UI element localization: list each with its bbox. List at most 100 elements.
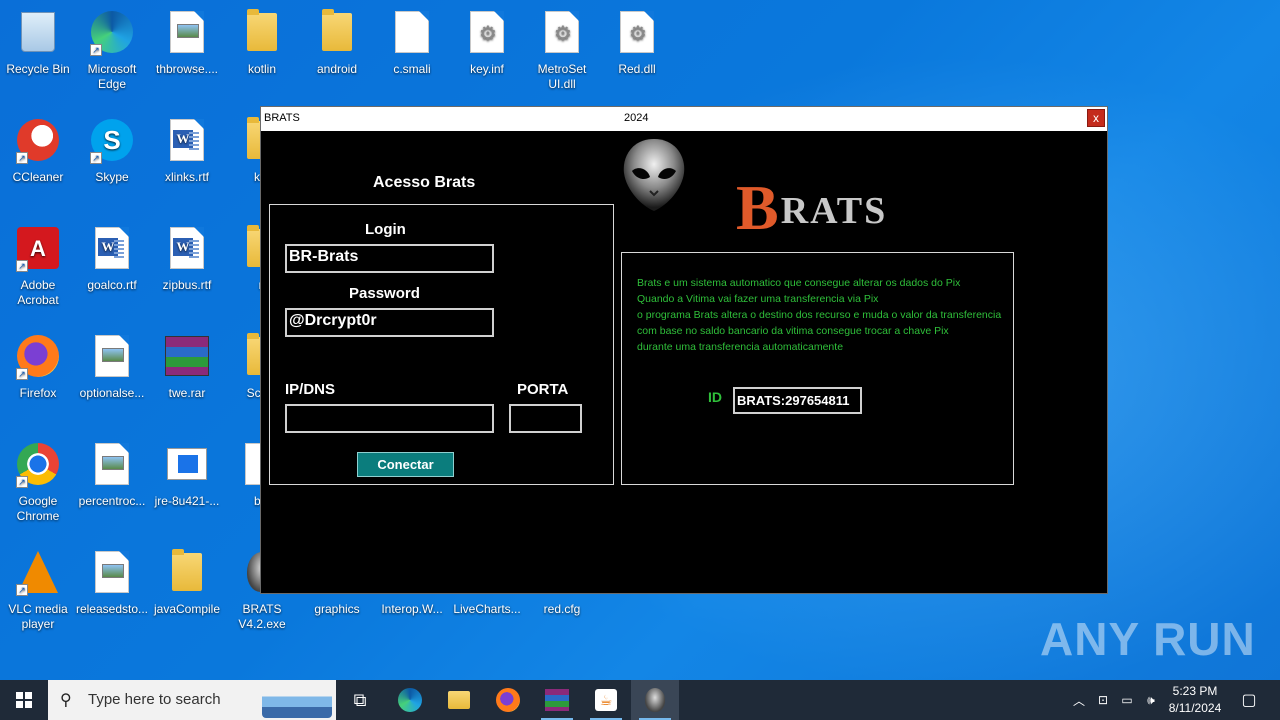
ipdns-input[interactable] <box>285 404 494 433</box>
info-line: Brats e um sistema automatico que conseg… <box>637 277 961 289</box>
shortcut-arrow-icon: ↗ <box>90 152 102 164</box>
desktop-icon-firefox[interactable]: ↗ Firefox <box>0 332 76 401</box>
image-file-icon <box>88 332 136 380</box>
info-description: Brats e um sistema automatico que conseg… <box>637 275 1001 355</box>
desktop-icon-vlc[interactable]: ↗ VLC media player <box>0 548 76 632</box>
desktop-icon-zipbus-rtf[interactable]: W zipbus.rtf <box>149 224 225 293</box>
password-label: Password <box>349 285 420 302</box>
desktop-icon-goalco-rtf[interactable]: W goalco.rtf <box>74 224 150 293</box>
window-title: BRATS <box>264 112 300 124</box>
acrobat-icon: A ↗ <box>14 224 62 272</box>
winrar-archive-icon <box>163 332 211 380</box>
shortcut-arrow-icon: ↗ <box>16 476 28 488</box>
clock-date: 8/11/2024 <box>1168 701 1222 715</box>
java-taskbar-icon[interactable]: ☕ <box>582 680 630 720</box>
vlc-cone-icon: ↗ <box>14 548 62 596</box>
start-button[interactable] <box>0 680 48 720</box>
notification-icon[interactable]: ▢ <box>1234 680 1264 720</box>
brats-brand-logo: BRATS <box>736 171 887 245</box>
ethernet-icon[interactable]: ▭ <box>1116 680 1138 720</box>
dll-file-icon: ⚙ <box>538 8 586 56</box>
desktop-icon-javacompile[interactable]: javaCompile <box>149 548 225 617</box>
word-document-icon: W <box>163 116 211 164</box>
word-document-icon: W <box>163 224 211 272</box>
alien-logo-icon <box>616 135 692 215</box>
volume-icon[interactable]: 🕪 <box>1140 680 1162 720</box>
shortcut-arrow-icon: ↗ <box>16 368 28 380</box>
task-view-icon[interactable]: ⧉ <box>336 680 384 720</box>
window-titlebar[interactable]: BRATS 2024 x <box>261 107 1107 131</box>
access-heading: Acesso Brats <box>373 174 476 191</box>
folder-icon <box>238 8 286 56</box>
anyrun-watermark: ANY RUN <box>1040 613 1256 665</box>
desktop-icon-twe-rar[interactable]: twe.rar <box>149 332 225 401</box>
porta-input[interactable] <box>509 404 582 433</box>
desktop-icon-google-chrome[interactable]: ↗ Google Chrome <box>0 440 76 524</box>
skype-icon: S ↗ <box>88 116 136 164</box>
desktop-icon-xlinks-rtf[interactable]: W xlinks.rtf <box>149 116 225 185</box>
desktop-icon-releasedsto[interactable]: releasedsto... <box>74 548 150 617</box>
desktop-icon-adobe-acrobat[interactable]: A ↗ Adobe Acrobat <box>0 224 76 308</box>
search-highlight-image <box>262 682 332 718</box>
chrome-icon: ↗ <box>14 440 62 488</box>
edge-taskbar-icon[interactable] <box>386 680 434 720</box>
brats-window: BRATS 2024 x Acesso Brats Login BR-Brats… <box>260 106 1108 594</box>
shortcut-arrow-icon: ↗ <box>16 260 28 272</box>
desktop-icon-red-dll[interactable]: ⚙ Red.dll <box>599 8 675 77</box>
desktop-icon-skype[interactable]: S ↗ Skype <box>74 116 150 185</box>
login-input[interactable]: BR-Brats <box>285 244 494 273</box>
login-label: Login <box>365 221 406 238</box>
desktop-icon-recycle-bin[interactable]: Recycle Bin <box>0 8 76 77</box>
login-panel: Login BR-Brats Password @Drcrypt0r IP/DN… <box>269 204 614 485</box>
winrar-taskbar-icon[interactable] <box>533 680 581 720</box>
brand-rest: RATS <box>780 190 888 232</box>
desktop-icon-metroset-dll[interactable]: ⚙ MetroSet UI.dll <box>524 8 600 92</box>
windows-logo-icon <box>16 692 32 708</box>
brats-taskbar-icon[interactable] <box>631 680 679 720</box>
firefox-icon: ↗ <box>14 332 62 380</box>
file-explorer-icon[interactable] <box>435 680 483 720</box>
shortcut-arrow-icon: ↗ <box>16 152 28 164</box>
info-panel: Brats e um sistema automatico que conseg… <box>621 252 1014 485</box>
firefox-taskbar-icon[interactable] <box>484 680 532 720</box>
id-field[interactable]: BRATS:297654811 <box>733 387 862 414</box>
desktop-icon-ccleaner[interactable]: ↗ CCleaner <box>0 116 76 185</box>
chevron-up-icon[interactable]: ︿ <box>1068 680 1090 720</box>
connect-button[interactable]: Conectar <box>357 452 454 477</box>
network-icon[interactable]: ⊡ <box>1092 680 1114 720</box>
desktop-icon-jre-installer[interactable]: jre-8u421-... <box>149 440 225 509</box>
shortcut-arrow-icon: ↗ <box>90 44 102 56</box>
desktop-icon-c-smali[interactable]: c.smali <box>374 8 450 77</box>
shortcut-arrow-icon: ↗ <box>16 584 28 596</box>
folder-icon <box>313 8 361 56</box>
porta-label: PORTA <box>517 381 569 398</box>
edge-icon: ↗ <box>88 8 136 56</box>
blank-file-icon <box>388 8 436 56</box>
search-icon: ⚲ <box>60 692 72 709</box>
word-document-icon: W <box>88 224 136 272</box>
desktop-icon-percentroc[interactable]: percentroc... <box>74 440 150 509</box>
desktop-icon-thbrowse[interactable]: thbrowse.... <box>149 8 225 77</box>
search-placeholder: Type here to search <box>88 691 221 708</box>
desktop-icon-optionalse[interactable]: optionalse... <box>74 332 150 401</box>
installer-icon <box>163 440 211 488</box>
info-line: Quando a Vitima vai fazer uma transferen… <box>637 293 879 305</box>
desktop-icon-key-inf[interactable]: ⚙ key.inf <box>449 8 525 77</box>
clock-time: 5:23 PM <box>1172 684 1218 698</box>
desktop-icon-android[interactable]: android <box>299 8 375 77</box>
folder-icon <box>163 548 211 596</box>
image-file-icon <box>88 548 136 596</box>
taskbar-search[interactable]: ⚲ Type here to search <box>48 680 336 720</box>
info-line: com base no saldo bancario da vitima con… <box>637 325 949 337</box>
clock[interactable]: 5:23 PM 8/11/2024 <box>1160 683 1230 717</box>
desktop-icon-kotlin[interactable]: kotlin <box>224 8 300 77</box>
brand-initial: B <box>736 172 781 243</box>
recycle-bin-icon <box>14 8 62 56</box>
info-line: o programa Brats altera o destino dos re… <box>637 309 1002 321</box>
settings-file-icon: ⚙ <box>463 8 511 56</box>
desktop-icon-edge[interactable]: ↗ Microsoft Edge <box>74 8 150 92</box>
password-input[interactable]: @Drcrypt0r <box>285 308 494 337</box>
window-year: 2024 <box>624 112 649 124</box>
close-button[interactable]: x <box>1087 109 1105 127</box>
ccleaner-icon: ↗ <box>14 116 62 164</box>
